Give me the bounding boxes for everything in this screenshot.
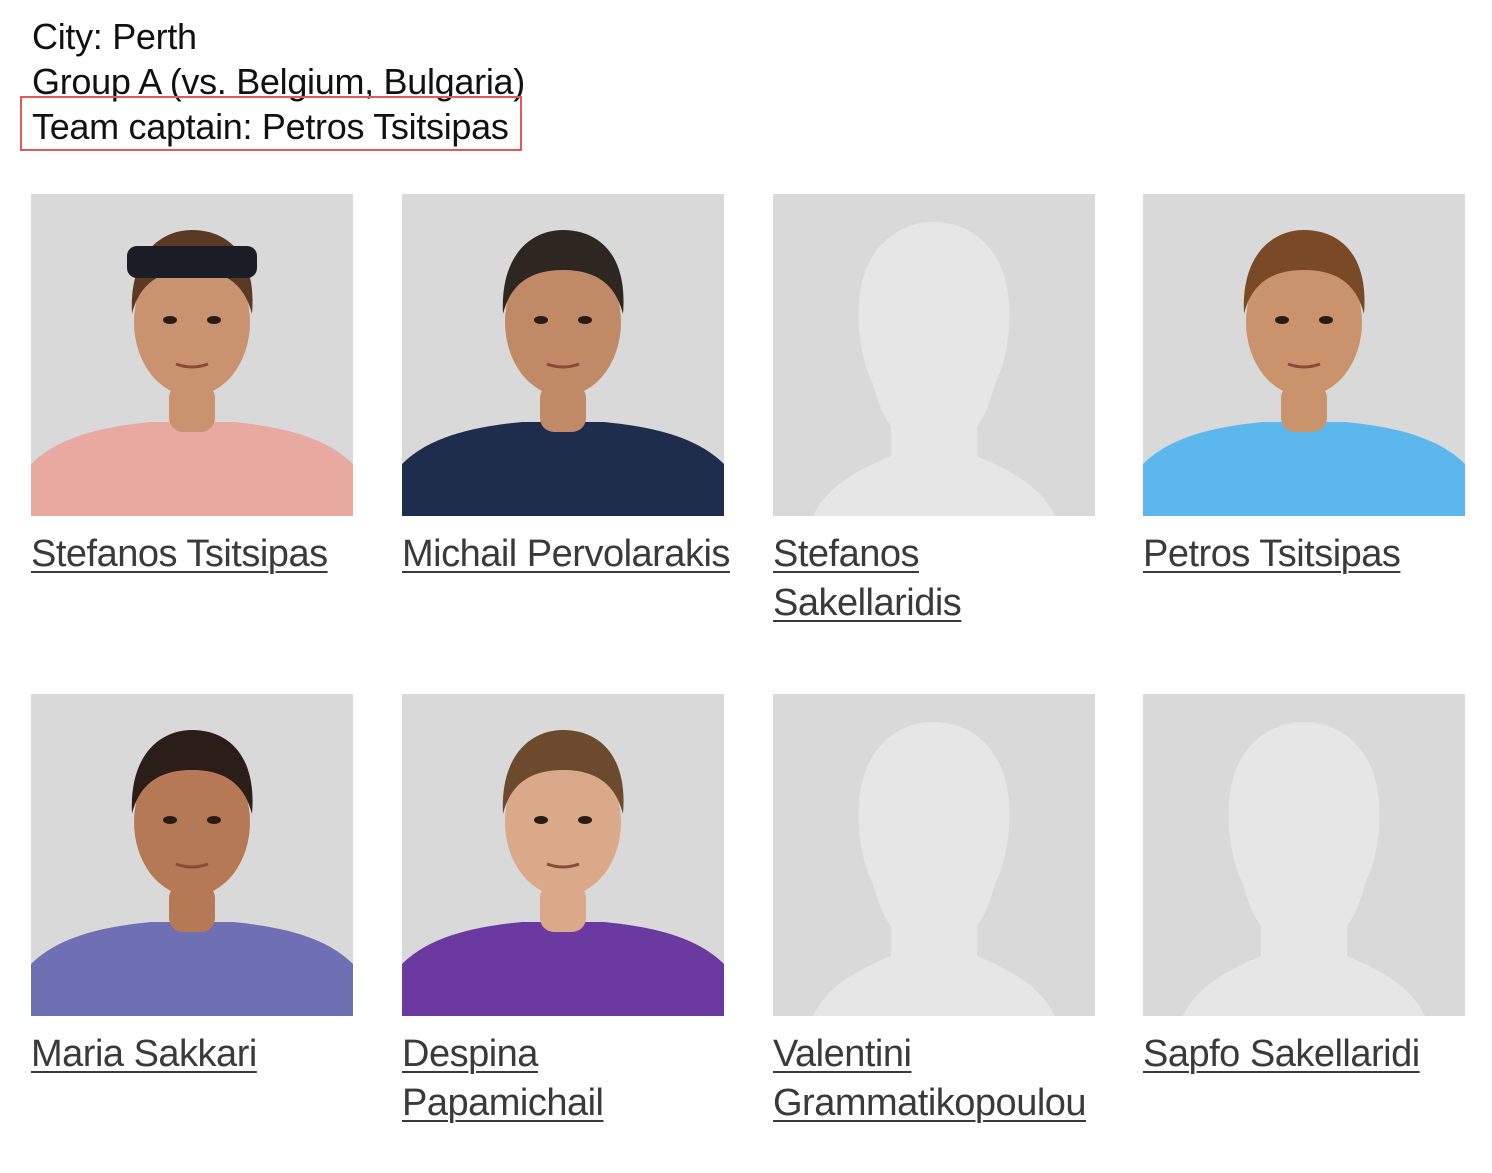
player-name-link[interactable]: Petros Tsitsipas: [1143, 530, 1483, 579]
silhouette-icon: [813, 722, 1055, 1016]
silhouette-icon: [1183, 722, 1425, 1016]
player-card: Stefanos Sakellaridis: [773, 194, 1095, 628]
player-name-link[interactable]: Stefanos Sakellaridis: [773, 530, 1113, 628]
player-photo[interactable]: [31, 194, 353, 516]
placeholder-photo[interactable]: [773, 194, 1095, 516]
eye-shape: [163, 816, 177, 824]
player-photo-image: [1183, 722, 1425, 1016]
city-text: City: Perth: [32, 16, 197, 57]
player-photo-image: [31, 730, 353, 1016]
placeholder-photo[interactable]: [773, 694, 1095, 1016]
player-photo[interactable]: [1143, 194, 1465, 516]
player-photo[interactable]: [31, 694, 353, 1016]
eye-shape: [163, 316, 177, 324]
eye-shape: [534, 816, 548, 824]
player-photo-image: [813, 222, 1055, 516]
player-name-link[interactable]: Michail Pervolarakis: [402, 530, 742, 579]
player-name-link[interactable]: Sapfo Sakellaridi: [1143, 1030, 1483, 1079]
player-photo-image: [1143, 230, 1465, 516]
player-photo-image: [813, 722, 1055, 1016]
player-card: Sapfo Sakellaridi: [1143, 694, 1465, 1079]
shirt-shape: [31, 422, 353, 516]
shirt-shape: [402, 422, 724, 516]
eye-shape: [578, 316, 592, 324]
eye-shape: [578, 816, 592, 824]
captain-highlight-box: [20, 96, 522, 151]
eye-shape: [207, 816, 221, 824]
player-card: Valentini Grammatikopoulou: [773, 694, 1095, 1128]
player-name-link[interactable]: Maria Sakkari: [31, 1030, 371, 1079]
eye-shape: [1319, 316, 1333, 324]
player-card: Michail Pervolarakis: [402, 194, 730, 579]
player-card: Petros Tsitsipas: [1143, 194, 1465, 579]
headband-shape: [127, 246, 257, 278]
player-photo[interactable]: [402, 694, 724, 1016]
player-photo-image: [31, 230, 353, 516]
shirt-shape: [402, 922, 724, 1016]
placeholder-photo[interactable]: [1143, 694, 1465, 1016]
eye-shape: [534, 316, 548, 324]
player-name-link[interactable]: Valentini Grammatikopoulou: [773, 1030, 1113, 1128]
player-name-link[interactable]: Despina Papamichail: [402, 1030, 742, 1128]
player-card: Stefanos Tsitsipas: [31, 194, 353, 579]
player-card: Despina Papamichail: [402, 694, 724, 1128]
shirt-shape: [31, 922, 353, 1016]
eye-shape: [207, 316, 221, 324]
silhouette-icon: [813, 222, 1055, 516]
shirt-shape: [1143, 422, 1465, 516]
player-card: Maria Sakkari: [31, 694, 353, 1079]
player-photo-image: [402, 730, 724, 1016]
player-name-link[interactable]: Stefanos Tsitsipas: [31, 530, 371, 579]
player-photo-image: [402, 230, 724, 516]
player-photo[interactable]: [402, 194, 724, 516]
eye-shape: [1275, 316, 1289, 324]
